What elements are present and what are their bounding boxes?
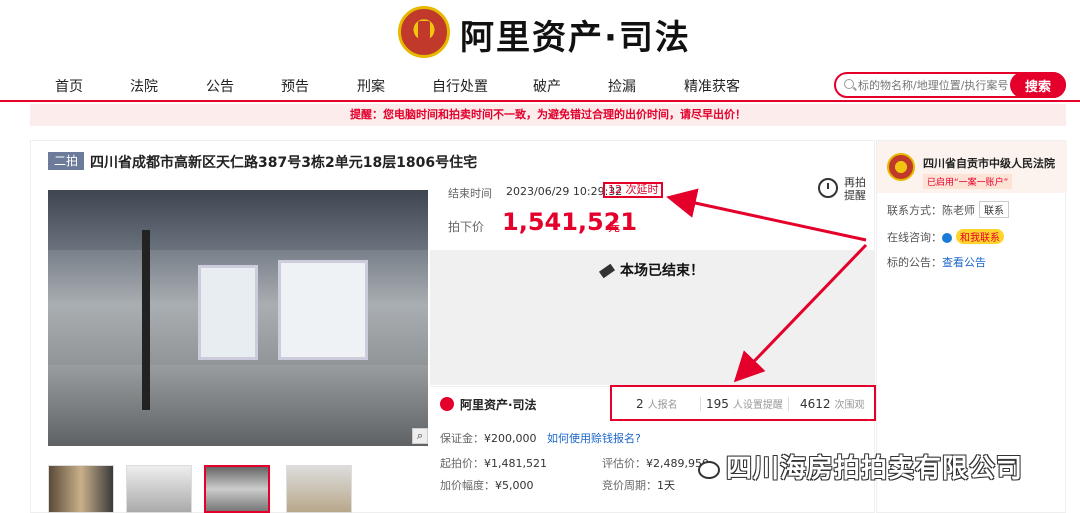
deposit-label: 保证金： — [440, 432, 484, 445]
contact-name: 陈老师 — [942, 204, 975, 217]
assess-price-row: 评估价：¥2,489,950 — [602, 455, 709, 471]
nav-item-court[interactable]: 法院 — [130, 76, 158, 96]
deposit-help-link[interactable]: 如何使用赊钱报名? — [547, 432, 641, 445]
alarm-clock-icon — [818, 178, 838, 198]
court-header: 四川省自贡市中级人民法院 已启用“一案一账户” — [877, 141, 1067, 193]
notice-link[interactable]: 查看公告 — [942, 256, 986, 269]
ended-text: 本场已结束！ — [620, 263, 704, 279]
nav-item-customers[interactable]: 精准获客 — [684, 76, 740, 96]
stat-views: 4612 次围观 — [800, 396, 865, 411]
photo-floor — [48, 365, 428, 446]
start-price-value: ¥1,481,521 — [484, 457, 547, 470]
stat-reminders: 195 人设置提醒 — [700, 396, 783, 411]
site-header: 阿里资产·司法 — [0, 0, 1080, 64]
photo-window — [198, 265, 258, 360]
photo-ceiling — [48, 190, 428, 250]
search-input[interactable] — [858, 76, 1018, 94]
thumbnail[interactable] — [48, 465, 114, 513]
main-nav: 首页 法院 公告 预告 刑案 自行处置 破产 捡漏 精准获客 搜索 — [0, 70, 1080, 102]
delay-count: 12 次延时 — [603, 182, 663, 198]
stats-bar: 阿里资产·司法 2 人报名 195 人设置提醒 4612 次围观 — [430, 385, 876, 422]
stat-value: 195 — [706, 397, 729, 411]
thumbnail-active[interactable] — [204, 465, 270, 513]
notice-row: 标的公告：查看公告 — [887, 254, 986, 270]
nav-item-bankruptcy[interactable]: 破产 — [533, 76, 561, 96]
consult-row: 在线咨询： 和我联系 — [887, 229, 1004, 245]
nav-item-criminal[interactable]: 刑案 — [357, 76, 385, 96]
contact-row: 联系方式：陈老师 联系 — [887, 201, 1009, 218]
nav-item-home[interactable]: 首页 — [55, 76, 83, 96]
gavel-icon — [598, 263, 616, 279]
stat-label: 次围观 — [834, 400, 865, 411]
stats-box: 2 人报名 195 人设置提醒 4612 次围观 — [610, 385, 876, 421]
zoom-icon[interactable]: ⌕ — [412, 428, 428, 444]
nav-item-bargain[interactable]: 捡漏 — [608, 76, 636, 96]
auction-ended-panel: 本场已结束！ — [430, 250, 874, 385]
increment-row: 加价幅度：¥5,000 — [440, 477, 534, 493]
cycle-label: 竞价周期： — [602, 479, 657, 492]
cycle-value: 1天 — [657, 479, 675, 492]
round-tag: 二拍 — [48, 152, 84, 170]
divider — [788, 397, 789, 411]
stat-value: 2 — [636, 397, 644, 411]
consult-label: 在线咨询： — [887, 231, 942, 244]
nav-item-announcement[interactable]: 公告 — [206, 76, 234, 96]
start-price-row: 起拍价：¥1,481,521 — [440, 455, 547, 471]
deposit-value: ¥200,000 — [484, 432, 537, 445]
item-title: 四川省成都市高新区天仁路387号3栋2单元18层1806号住宅 — [90, 155, 478, 171]
court-emblem-icon — [398, 6, 450, 58]
time-warning-notice: 提醒：您电脑时间和拍卖时间不一致，为避免错过合理的出价时间，请尽早出价！ — [30, 104, 1066, 126]
contact-button[interactable]: 联系 — [979, 201, 1009, 218]
photo-pipe — [142, 230, 150, 410]
platform-logo-icon — [440, 397, 454, 411]
nav-item-self-disposal[interactable]: 自行处置 — [432, 76, 488, 96]
contact-label: 联系方式： — [887, 204, 942, 217]
notice-label: 标的公告： — [887, 256, 942, 269]
start-price-label: 起拍价： — [440, 457, 484, 470]
thumbnail[interactable] — [126, 465, 192, 513]
watermark: 四川海房拍拍卖有限公司 — [698, 448, 1023, 485]
chat-icon — [942, 233, 952, 243]
nav-item-preview[interactable]: 预告 — [281, 76, 309, 96]
search-box: 搜索 — [834, 72, 1066, 98]
increment-label: 加价幅度： — [440, 479, 495, 492]
increment-value: ¥5,000 — [495, 479, 534, 492]
price-label: 拍下价 — [448, 220, 485, 234]
stat-label: 人报名 — [647, 400, 678, 411]
remind-label: 再拍提醒 — [844, 176, 866, 202]
platform-label: 阿里资产·司法 — [460, 398, 537, 412]
photo-window — [278, 260, 368, 360]
stat-registrations: 2 人报名 — [636, 396, 678, 411]
auction-ended-message: 本场已结束！ — [430, 260, 874, 280]
watermark-text: 四川海房拍拍卖有限公司 — [726, 454, 1024, 484]
deposit-row: 保证金：¥200,000 如何使用赊钱报名? — [440, 430, 641, 446]
search-button[interactable]: 搜索 — [1010, 72, 1066, 98]
stat-label: 人设置提醒 — [732, 400, 783, 411]
thumbnail[interactable] — [286, 465, 352, 513]
wechat-icon — [698, 460, 720, 479]
assess-price-label: 评估价： — [602, 457, 646, 470]
cycle-row: 竞价周期：1天 — [602, 477, 675, 493]
account-badge: 已启用“一案一账户” — [923, 174, 1013, 189]
court-name[interactable]: 四川省自贡市中级人民法院 — [923, 155, 1055, 171]
consult-button[interactable]: 和我联系 — [956, 229, 1004, 244]
search-icon — [844, 79, 854, 89]
stat-value: 4612 — [800, 397, 831, 411]
end-time-label: 结束时间 — [448, 187, 492, 200]
remind-button[interactable]: 再拍提醒 — [818, 176, 868, 206]
main-photo[interactable] — [48, 190, 428, 446]
price-unit: 元 — [608, 220, 621, 234]
site-logo[interactable]: 阿里资产·司法 — [460, 10, 691, 59]
court-emblem-icon — [887, 153, 915, 181]
